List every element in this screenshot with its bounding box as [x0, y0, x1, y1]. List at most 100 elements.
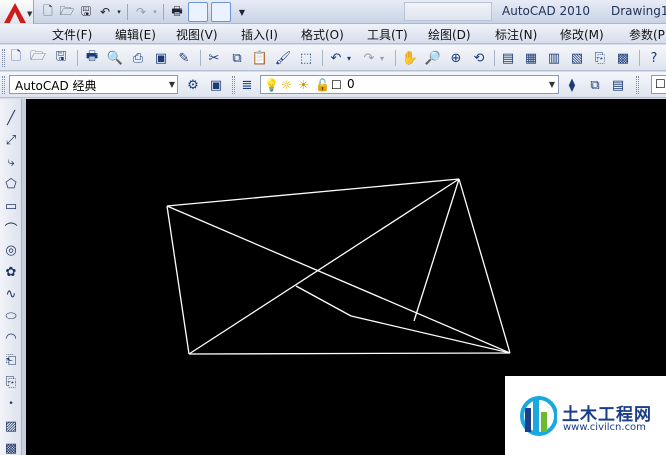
- match-properties-icon[interactable]: 🖌: [274, 49, 292, 67]
- construction-line-icon[interactable]: ⤢: [2, 131, 20, 149]
- gradient-icon[interactable]: ▩: [2, 439, 20, 455]
- toolbar-grip[interactable]: [636, 76, 639, 94]
- copy-icon[interactable]: ⧉: [228, 49, 246, 67]
- cad-line-right[interactable]: [458, 178, 511, 354]
- new-icon[interactable]: 🗋: [40, 4, 56, 20]
- line-icon[interactable]: ╱: [2, 109, 20, 127]
- layer-properties-icon[interactable]: ≣: [238, 76, 256, 94]
- revision-cloud-icon[interactable]: ✿: [2, 263, 20, 281]
- workspace-icon[interactable]: [211, 2, 231, 22]
- workspace-icon[interactable]: [188, 2, 208, 22]
- polyline-icon[interactable]: ⤷: [2, 153, 20, 171]
- color-control[interactable]: ☐B: [651, 75, 666, 94]
- properties-icon[interactable]: ▤: [499, 49, 517, 67]
- cad-line-diagonal-a[interactable]: [166, 205, 511, 354]
- menu-insert[interactable]: 插入(I): [241, 26, 278, 43]
- workspace-settings-icon[interactable]: ⚙: [184, 76, 202, 94]
- block-editor-icon[interactable]: ⬚: [297, 49, 315, 67]
- menu-tools[interactable]: 工具(T): [367, 26, 408, 43]
- toolbar-grip[interactable]: [232, 76, 235, 94]
- infocenter-search-box[interactable]: [404, 2, 492, 21]
- standard-toolbar: 🗋 🗁 🖫 🖶 🔍 ⎙ ▣ ✎ ✂ ⧉ 📋 🖌 ⬚ ↶ ▾ ↷ ▾ ✋ 🔎 ⊕ …: [0, 45, 666, 71]
- cut-icon[interactable]: ✂: [205, 49, 223, 67]
- workspace-save-icon[interactable]: ▣: [207, 76, 225, 94]
- open-icon[interactable]: 🗁: [59, 4, 75, 20]
- zoom-window-icon[interactable]: ⊕: [447, 49, 465, 67]
- arc-icon[interactable]: ⌒: [2, 219, 20, 238]
- undo-icon[interactable]: ↶: [97, 4, 113, 20]
- calculator-icon[interactable]: ▩: [614, 49, 632, 67]
- make-current-icon[interactable]: ⧫: [563, 76, 581, 94]
- layer-state-icon[interactable]: ▤: [609, 76, 627, 94]
- redo-icon[interactable]: ↷: [133, 4, 149, 20]
- point-icon[interactable]: •: [2, 395, 20, 413]
- draw-toolbar: ╱ ⤢ ⤷ ⬠ ▭ ⌒ ◎ ✿ ∿ ⬭ ◠ ⎗ ⎘ • ▨ ▩: [0, 99, 22, 455]
- ellipse-arc-icon[interactable]: ◠: [2, 329, 20, 347]
- lightbulb-icon[interactable]: 💡: [264, 78, 279, 92]
- zoom-realtime-icon[interactable]: 🔎: [424, 49, 442, 67]
- menu-edit[interactable]: 编辑(E): [115, 26, 156, 43]
- menu-modify[interactable]: 修改(M): [560, 26, 604, 43]
- paste-icon[interactable]: 📋: [251, 49, 269, 67]
- cad-line-bottom[interactable]: [188, 352, 511, 355]
- markup-icon[interactable]: ⎘: [591, 49, 609, 67]
- zoom-previous-icon[interactable]: ⟲: [470, 49, 488, 67]
- menu-file[interactable]: 文件(F): [52, 26, 92, 43]
- customize-dropdown-icon[interactable]: ▼: [234, 4, 250, 20]
- cad-line-top[interactable]: [166, 178, 460, 207]
- undo-dropdown-icon[interactable]: ▾: [116, 4, 122, 20]
- chevron-down-icon: ▼: [168, 80, 175, 89]
- plot-icon[interactable]: 🖶: [83, 49, 101, 67]
- menu-parametric[interactable]: 参数(P): [629, 26, 666, 43]
- sun-icon[interactable]: ☼: [281, 78, 292, 92]
- pan-icon[interactable]: ✋: [401, 49, 419, 67]
- new-icon[interactable]: 🗋: [7, 49, 25, 67]
- open-icon[interactable]: 🗁: [29, 49, 47, 67]
- menu-draw[interactable]: 绘图(D): [428, 26, 471, 43]
- toolbar-grip[interactable]: [2, 49, 5, 67]
- menu-dimension[interactable]: 标注(N): [495, 26, 537, 43]
- design-center-icon[interactable]: ▦: [522, 49, 540, 67]
- tool-palettes-icon[interactable]: ▥: [545, 49, 563, 67]
- design-publish-icon[interactable]: ✎: [175, 49, 193, 67]
- redo-icon[interactable]: ↷: [360, 49, 378, 67]
- cad-line-inner-lower[interactable]: [295, 285, 352, 317]
- plot-icon[interactable]: 🖶: [169, 4, 185, 20]
- cad-line-diagonal-b[interactable]: [188, 178, 460, 355]
- publish-icon[interactable]: ⎙: [129, 49, 147, 67]
- toolbar-grip[interactable]: [2, 76, 5, 94]
- layer-previous-icon[interactable]: ⧉: [586, 76, 604, 94]
- unlock-icon[interactable]: 🔓: [315, 78, 330, 92]
- insert-block-icon[interactable]: ⎗: [2, 351, 20, 369]
- workspace-select[interactable]: AutoCAD 经典 ▼: [9, 75, 178, 94]
- hatch-icon[interactable]: ▨: [2, 417, 20, 435]
- application-menu-button[interactable]: ▼: [0, 0, 34, 26]
- cad-line-inner-right[interactable]: [413, 178, 460, 322]
- save-icon[interactable]: 🖫: [78, 4, 94, 20]
- cad-line-left[interactable]: [166, 205, 190, 355]
- plot-preview-icon[interactable]: 🔍: [106, 49, 124, 67]
- rectangle-icon[interactable]: ▭: [2, 197, 20, 215]
- cad-line-inner-bottom[interactable]: [350, 315, 511, 354]
- save-icon[interactable]: 🖫: [52, 49, 70, 67]
- separator: [163, 4, 164, 20]
- spline-icon[interactable]: ∿: [2, 285, 20, 303]
- 3d-print-icon[interactable]: ▣: [152, 49, 170, 67]
- color-swatch-icon: ☐: [655, 77, 666, 91]
- make-block-icon[interactable]: ⎘: [2, 373, 20, 391]
- redo-dropdown-icon[interactable]: ▾: [378, 49, 386, 67]
- layer-select[interactable]: 💡 ☼ ☀ 🔓 ☐ 0 ▼: [260, 75, 559, 94]
- circle-icon[interactable]: ◎: [2, 241, 20, 259]
- ellipse-icon[interactable]: ⬭: [2, 307, 20, 325]
- polygon-icon[interactable]: ⬠: [2, 175, 20, 193]
- undo-icon[interactable]: ↶: [327, 49, 345, 67]
- undo-dropdown-icon[interactable]: ▾: [345, 49, 353, 67]
- sheet-set-icon[interactable]: ▧: [568, 49, 586, 67]
- layer-color-icon[interactable]: ☐: [331, 78, 342, 92]
- menu-format[interactable]: 格式(O): [301, 26, 344, 43]
- autocad-logo-icon: [4, 3, 26, 23]
- redo-dropdown-icon[interactable]: ▾: [152, 4, 158, 20]
- help-icon[interactable]: ?: [645, 49, 663, 67]
- menu-view[interactable]: 视图(V): [176, 26, 218, 43]
- sun-viewport-icon[interactable]: ☀: [298, 78, 309, 92]
